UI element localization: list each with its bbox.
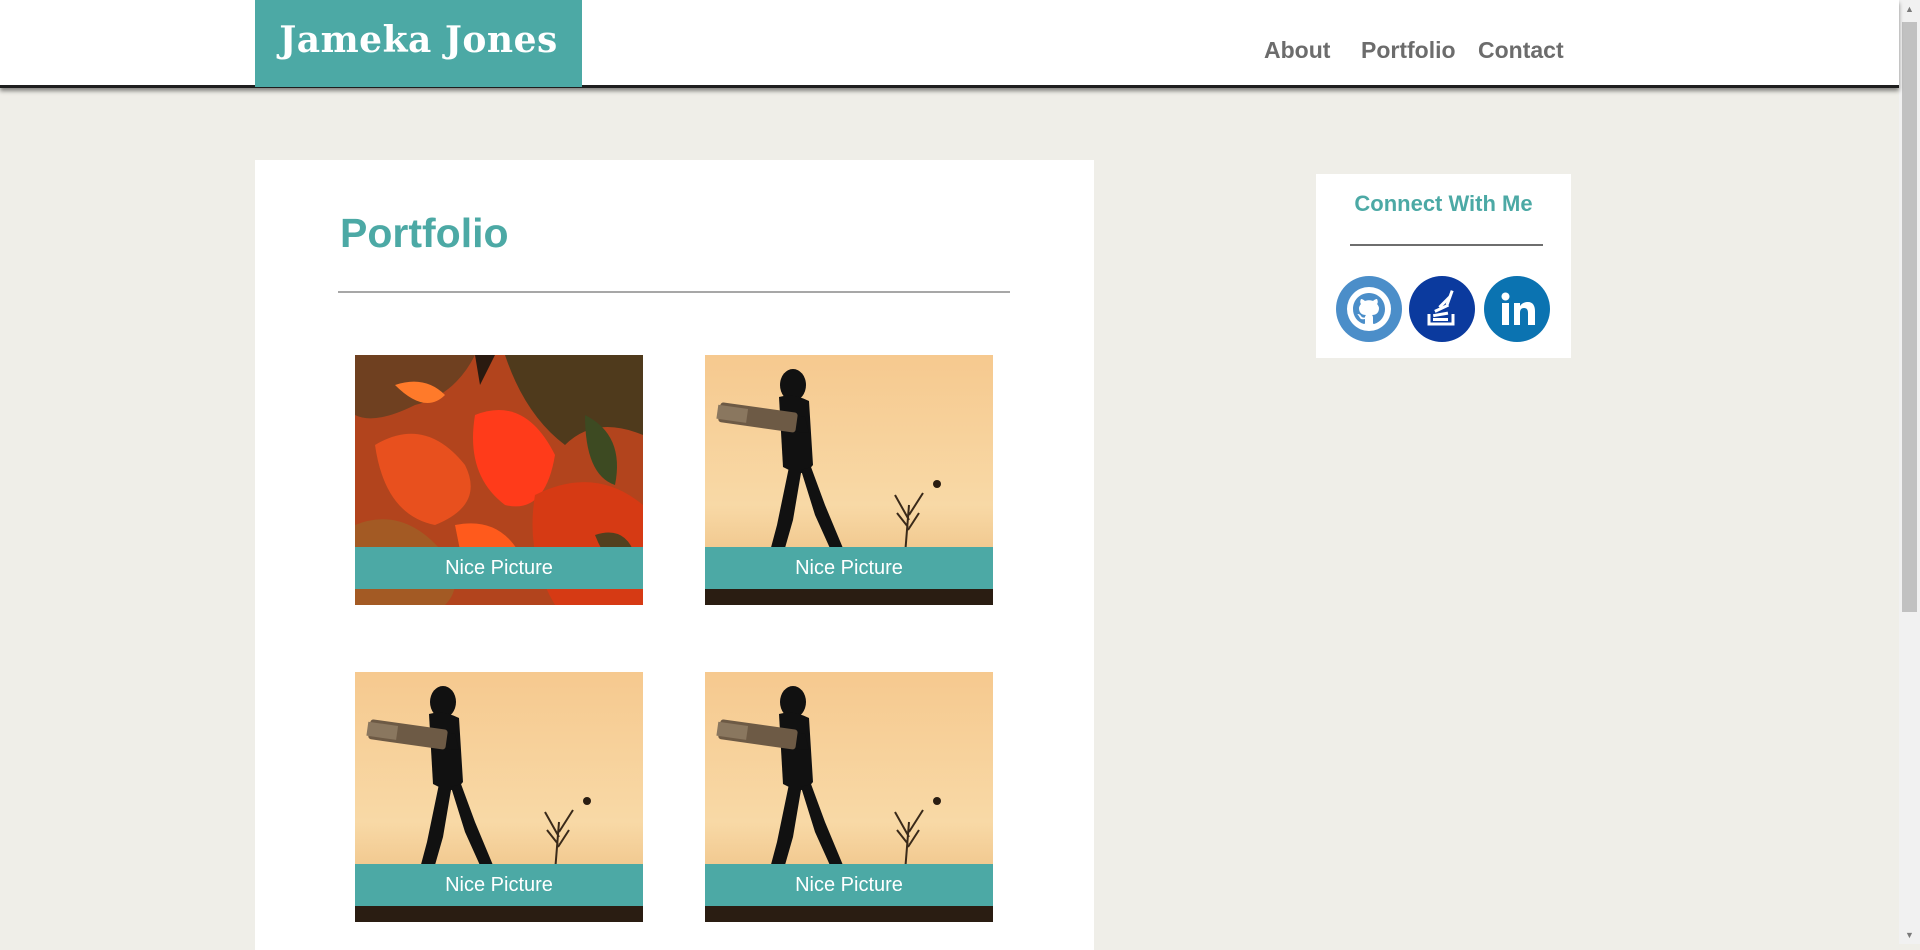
connect-title: Connect With Me [1354,191,1533,216]
connect-widget: Connect With Me [1316,174,1571,358]
portfolio-panel: Portfolio Nice Picture Nice Picture Nice… [255,160,1094,950]
site-header: Jameka Jones About Portfolio Contact [0,0,1899,88]
github-icon [1347,287,1391,331]
nav-link-about[interactable]: About [1264,36,1330,64]
scrollbar-thumb[interactable] [1902,22,1917,612]
github-link[interactable] [1336,276,1402,342]
main-nav: About Portfolio Contact [0,36,1899,66]
stackoverflow-icon [1427,290,1455,326]
card-caption: Nice Picture [705,864,993,906]
page-scrollbar[interactable]: ▲ ▼ [1899,0,1920,944]
title-divider [338,291,1010,293]
card-caption: Nice Picture [355,547,643,589]
portfolio-card[interactable]: Nice Picture [355,355,643,605]
linkedin-icon [1501,292,1535,325]
stackoverflow-link[interactable] [1409,276,1475,342]
portfolio-card[interactable]: Nice Picture [705,672,993,922]
page-title: Portfolio [340,210,509,256]
scroll-up-icon[interactable]: ▲ [1899,0,1920,18]
linkedin-link[interactable] [1484,276,1550,342]
card-caption: Nice Picture [355,864,643,906]
connect-divider [1350,244,1543,246]
portfolio-card[interactable]: Nice Picture [355,672,643,922]
nav-link-portfolio[interactable]: Portfolio [1361,36,1456,64]
card-caption: Nice Picture [705,547,993,589]
scroll-down-icon[interactable]: ▼ [1899,926,1920,944]
portfolio-card[interactable]: Nice Picture [705,355,993,605]
nav-link-contact[interactable]: Contact [1478,36,1564,64]
